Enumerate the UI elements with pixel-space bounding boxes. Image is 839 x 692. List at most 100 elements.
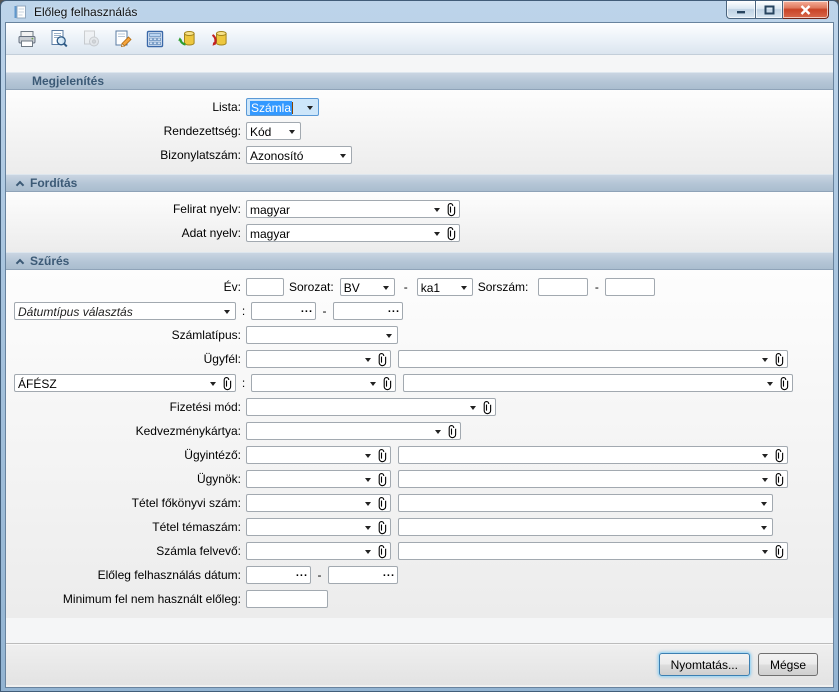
- ugyfel-name-value: [399, 359, 759, 360]
- chevron-down-icon: [365, 502, 371, 506]
- close-icon: [800, 5, 811, 15]
- felirat-nyelv-select[interactable]: magyar: [246, 200, 460, 218]
- ugyintezo-name-select[interactable]: [398, 446, 788, 464]
- sorszam-from-input[interactable]: [538, 278, 588, 296]
- paperclip-icon[interactable]: [376, 352, 387, 367]
- sorszam-to-input[interactable]: [605, 278, 655, 296]
- ugyfel-code-select[interactable]: [246, 350, 391, 368]
- szamla-felvevo-name-select[interactable]: [398, 542, 788, 560]
- datumtipus-from-field: ...: [251, 302, 316, 320]
- row-datumtipus: Dátumtípus választás : ... - ...: [6, 299, 833, 323]
- minimize-button[interactable]: [726, 1, 755, 19]
- paperclip-icon[interactable]: [376, 448, 387, 463]
- paperclip-icon[interactable]: [381, 376, 392, 391]
- row-partner: ÁFÉSZ :: [6, 371, 833, 395]
- date-picker-button[interactable]: ...: [388, 302, 400, 320]
- ev-input[interactable]: [246, 278, 284, 296]
- row-ugynok: Ügynök:: [6, 467, 833, 491]
- lista-select[interactable]: Számla: [246, 98, 319, 116]
- adat-nyelv-select[interactable]: magyar: [246, 224, 460, 242]
- toolbar: [6, 23, 833, 55]
- print-preview-icon[interactable]: [46, 26, 72, 52]
- database-import-icon[interactable]: [174, 26, 200, 52]
- section-header-display: Megjelenítés: [6, 72, 833, 90]
- range-dash: -: [316, 304, 333, 318]
- colon-separator: :: [236, 304, 251, 318]
- paperclip-icon[interactable]: [773, 544, 784, 559]
- szamla-felvevo-code-select[interactable]: [246, 542, 391, 560]
- ugyintezo-label: Ügyintéző:: [14, 448, 246, 462]
- partner-code-value: [252, 383, 367, 384]
- partner-type-select[interactable]: ÁFÉSZ: [14, 374, 236, 392]
- ugynok-name-select[interactable]: [398, 470, 788, 488]
- ugynok-name-value: [399, 479, 759, 480]
- row-fizetesi-mod: Fizetési mód:: [6, 395, 833, 419]
- print-button[interactable]: Nyomtatás...: [659, 653, 750, 676]
- sorozat-to-value: ka1: [418, 280, 458, 295]
- tetel-fokonyvi-name-select[interactable]: [398, 494, 773, 512]
- chevron-down-icon: [365, 478, 371, 482]
- close-button[interactable]: [783, 1, 829, 19]
- paperclip-icon[interactable]: [773, 472, 784, 487]
- ugyfel-name-select[interactable]: [398, 350, 788, 368]
- maximize-button[interactable]: [755, 1, 783, 19]
- chevron-down-icon: [434, 208, 440, 212]
- database-export-icon[interactable]: [206, 26, 232, 52]
- print-settings-icon: [78, 26, 104, 52]
- chevron-down-icon: [383, 286, 389, 290]
- cancel-button[interactable]: Mégse: [758, 653, 818, 676]
- edit-icon[interactable]: [110, 26, 136, 52]
- ugyfel-code-value: [247, 359, 362, 360]
- date-picker-button[interactable]: ...: [301, 302, 313, 320]
- bizonylatszam-select[interactable]: Azonosító: [246, 146, 352, 164]
- paperclip-icon[interactable]: [446, 424, 457, 439]
- paperclip-icon[interactable]: [481, 400, 492, 415]
- ugynok-code-select[interactable]: [246, 470, 391, 488]
- paperclip-icon[interactable]: [773, 352, 784, 367]
- tetel-fokonyvi-code-select[interactable]: [246, 494, 391, 512]
- sorozat-from-select[interactable]: BV: [340, 278, 395, 296]
- chevron-down-icon: [340, 154, 346, 158]
- adat-nyelv-label: Adat nyelv:: [14, 226, 246, 240]
- date-picker-button[interactable]: ...: [296, 566, 308, 584]
- partner-name-select[interactable]: [403, 374, 793, 392]
- paperclip-icon[interactable]: [778, 376, 789, 391]
- paperclip-icon[interactable]: [773, 448, 784, 463]
- minimum-eloleg-input[interactable]: [246, 590, 328, 608]
- date-picker-button[interactable]: ...: [383, 566, 395, 584]
- kedvezmenykartya-select[interactable]: [246, 422, 461, 440]
- collapse-chevron-icon[interactable]: [16, 180, 24, 188]
- szamlatipus-select[interactable]: [246, 326, 398, 344]
- paperclip-icon[interactable]: [445, 226, 456, 241]
- partner-type-value: ÁFÉSZ: [15, 376, 207, 391]
- ugyintezo-code-select[interactable]: [246, 446, 391, 464]
- row-ugyintezo: Ügyintéző:: [6, 443, 833, 467]
- paperclip-icon[interactable]: [221, 376, 232, 391]
- calculator-icon[interactable]: [142, 26, 168, 52]
- lista-value: Számla: [250, 101, 292, 115]
- rendezettseg-select[interactable]: Kód: [246, 122, 301, 140]
- section-header-filter[interactable]: Szűrés: [6, 252, 833, 270]
- section-header-translation[interactable]: Fordítás: [6, 174, 833, 192]
- paperclip-icon[interactable]: [376, 472, 387, 487]
- collapse-chevron-icon[interactable]: [16, 258, 24, 266]
- bizonylatszam-value: Azonosító: [247, 148, 337, 163]
- kedvezmenykartya-value: [247, 431, 432, 432]
- row-minimum-eloleg: Minimum fel nem használt előleg:: [6, 587, 833, 611]
- datumtipus-select[interactable]: Dátumtípus választás: [14, 302, 236, 320]
- paperclip-icon[interactable]: [376, 544, 387, 559]
- datumtipus-value: Dátumtípus választás: [15, 304, 221, 319]
- titlebar[interactable]: Előleg felhasználás: [5, 1, 834, 22]
- print-icon[interactable]: [14, 26, 40, 52]
- sorozat-to-select[interactable]: ka1: [417, 278, 473, 296]
- partner-code-select[interactable]: [251, 374, 396, 392]
- fizetesi-mod-select[interactable]: [246, 398, 496, 416]
- paperclip-icon[interactable]: [376, 496, 387, 511]
- tetel-temaszam-name-select[interactable]: [398, 518, 773, 536]
- row-szamlatipus: Számlatípus:: [6, 323, 833, 347]
- tetel-temaszam-code-select[interactable]: [246, 518, 391, 536]
- paperclip-icon[interactable]: [376, 520, 387, 535]
- chevron-down-icon: [761, 526, 767, 530]
- paperclip-icon[interactable]: [445, 202, 456, 217]
- sorozat-label: Sorozat:: [284, 280, 340, 294]
